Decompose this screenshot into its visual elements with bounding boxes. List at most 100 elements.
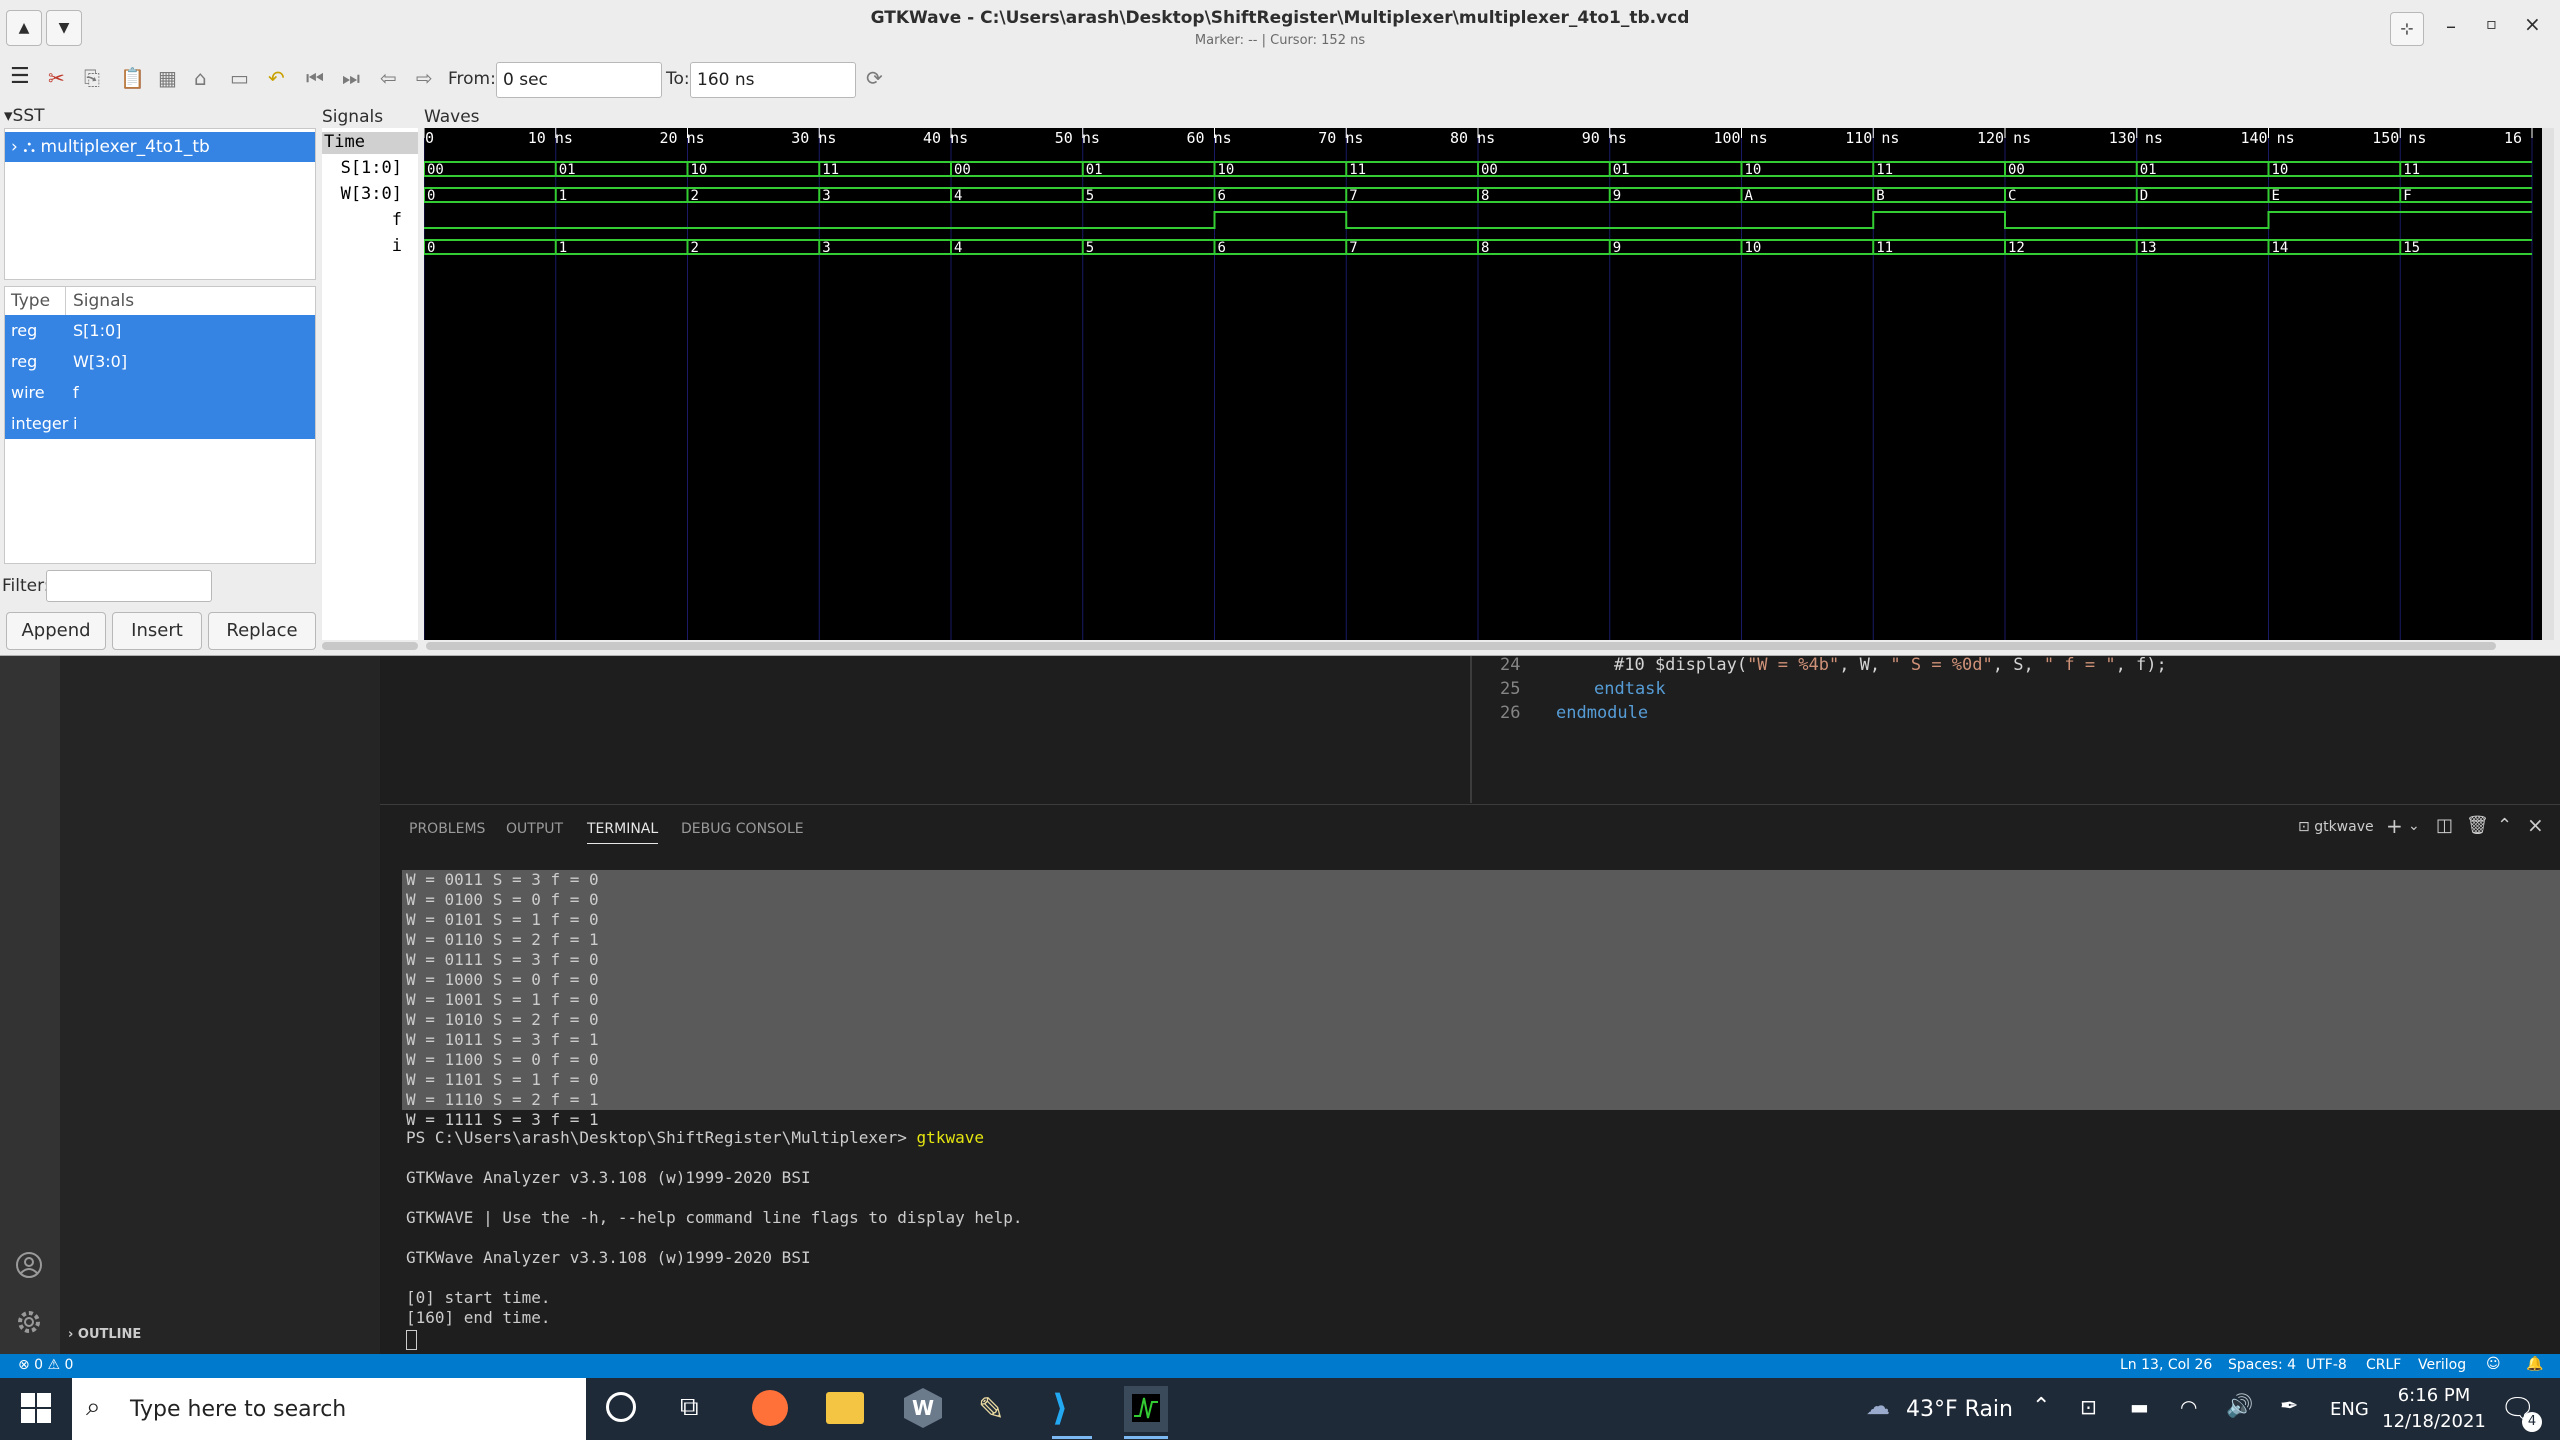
menu-icon[interactable]: ☰ xyxy=(10,64,30,89)
zoom-fit-icon[interactable]: ⌂ xyxy=(194,66,207,90)
network-icon[interactable]: ◠ xyxy=(2180,1395,2197,1419)
chevron-down-icon[interactable]: ⌄ xyxy=(2408,818,2420,834)
signal-row[interactable]: reg S[1:0] xyxy=(5,315,315,346)
file-explorer-icon[interactable] xyxy=(826,1392,864,1424)
signals-scrollbar[interactable] xyxy=(322,642,418,650)
i-bus-segment xyxy=(1345,239,1478,255)
s-value-label: 01 xyxy=(1086,162,1103,178)
tray-chevron-up-icon[interactable]: ⌃ xyxy=(2032,1394,2050,1419)
from-time-input[interactable]: 0 sec xyxy=(496,62,662,98)
paint-icon[interactable]: ✎ xyxy=(978,1390,1005,1428)
cursor-position[interactable]: Ln 13, Col 26 xyxy=(2120,1357,2212,1373)
go-start-icon[interactable]: ⏮ xyxy=(306,66,324,90)
windows-start-icon[interactable] xyxy=(20,1392,52,1428)
tab-output[interactable]: OUTPUT xyxy=(506,821,563,837)
fullscreen-icon[interactable]: ⊹ xyxy=(2390,12,2424,46)
indent-setting[interactable]: Spaces: 4 xyxy=(2228,1357,2296,1373)
replace-button[interactable]: Replace xyxy=(208,612,316,650)
language-indicator[interactable]: ENG xyxy=(2330,1399,2369,1420)
signal-row[interactable]: reg W[3:0] xyxy=(5,346,315,377)
i-value-label: 3 xyxy=(822,240,830,256)
signal-label[interactable]: f xyxy=(392,210,402,230)
signals-pane-title: Signals xyxy=(322,107,384,127)
weather-text[interactable]: 43°F Rain xyxy=(1906,1397,2013,1422)
select-all-icon[interactable]: ▦ xyxy=(158,66,177,90)
forward-icon[interactable]: ⇨ xyxy=(416,66,433,90)
vscode-taskbar-icon[interactable]: ⟩ xyxy=(1052,1388,1068,1429)
waves-horizontal-scrollbar[interactable] xyxy=(426,642,2496,650)
tree-item-multiplexer-tb[interactable]: › ⛬ multiplexer_4to1_tb xyxy=(5,132,315,162)
type-column-header[interactable]: Type xyxy=(11,291,50,311)
feedback-icon[interactable]: ☺ xyxy=(2486,1356,2501,1372)
gtkwave-taskbar-button[interactable] xyxy=(1124,1386,1168,1432)
signal-type-list[interactable]: Type Signals reg S[1:0] reg W[3:0] wire f inte… xyxy=(4,286,316,564)
settings-gear-icon[interactable] xyxy=(14,1307,44,1337)
back-icon[interactable]: ⇦ xyxy=(380,66,397,90)
tab-terminal[interactable]: TERMINAL xyxy=(587,821,659,844)
cut-icon[interactable]: ✂ xyxy=(48,66,65,90)
insert-button[interactable]: Insert xyxy=(112,612,202,650)
pen-icon[interactable]: ✒ xyxy=(2280,1394,2298,1419)
signals-column-header[interactable]: Signals xyxy=(73,291,134,311)
filter-input[interactable] xyxy=(46,570,212,602)
i-value-label: 14 xyxy=(2272,240,2289,256)
append-button[interactable]: Append xyxy=(6,612,106,650)
maximize-panel-icon[interactable]: ⌃ xyxy=(2497,815,2512,836)
new-terminal-button[interactable]: + xyxy=(2386,814,2403,838)
zoom-in-icon[interactable]: ▭ xyxy=(230,66,249,90)
sst-tree[interactable]: › ⛬ multiplexer_4to1_tb xyxy=(4,128,316,280)
bell-icon[interactable]: 🔔 xyxy=(2526,1356,2543,1372)
eol-setting[interactable]: CRLF xyxy=(2366,1357,2401,1373)
clock-date[interactable]: 12/18/2021 xyxy=(2374,1411,2494,1432)
w-bus-segment xyxy=(1345,187,1478,203)
weather-icon[interactable]: ☁ xyxy=(1866,1392,1890,1420)
w-value-label: C xyxy=(2008,188,2016,204)
s-value-label: 10 xyxy=(1218,162,1235,178)
time-signal-label[interactable]: Time xyxy=(324,132,365,152)
outline-section[interactable]: › OUTLINE xyxy=(68,1327,141,1342)
waveform-canvas[interactable]: 0 10 ns 20 ns 30 ns 40 ns 50 ns 60 ns 70 ns 80 n… xyxy=(423,128,2542,640)
tab-problems[interactable]: PROBLEMS xyxy=(409,821,485,837)
copy-icon[interactable]: ⎘ xyxy=(84,66,100,90)
go-end-icon[interactable]: ⏭ xyxy=(342,66,360,90)
battery-icon[interactable]: ▬ xyxy=(2130,1395,2149,1419)
signal-names-pane[interactable]: Time S[1:0] W[3:0] f i xyxy=(322,128,418,640)
to-time-input[interactable]: 160 ns xyxy=(690,62,856,98)
waves-vertical-scrollbar[interactable] xyxy=(2542,128,2554,640)
close-panel-icon[interactable]: × xyxy=(2527,813,2544,837)
wolfram-icon[interactable]: W xyxy=(904,1388,942,1428)
s-value-label: 10 xyxy=(2272,162,2289,178)
trash-icon[interactable]: 🗑 xyxy=(2466,815,2489,836)
waveform-svg: 0 10 ns 20 ns 30 ns 40 ns 50 ns 60 ns 70 ns 80 n… xyxy=(423,128,2533,640)
task-view-icon[interactable]: ⧉ xyxy=(680,1392,699,1423)
volume-icon[interactable]: 🔊 xyxy=(2226,1394,2253,1419)
undo-icon[interactable]: ↶ xyxy=(268,66,285,90)
firefox-icon[interactable] xyxy=(752,1390,788,1426)
terminal-view[interactable]: W = 0011 S = 3 f = 0W = 0100 S = 0 f = 0… xyxy=(380,870,2560,1352)
meet-now-icon[interactable]: ⊡ xyxy=(2080,1395,2097,1419)
cortana-icon[interactable] xyxy=(606,1392,636,1422)
editor-right-group[interactable]: 24 25 26 #10 $display("W = %4b", W, " S … xyxy=(1472,655,2560,803)
maximize-button[interactable]: ▫ xyxy=(2486,14,2497,33)
signal-row[interactable]: wire f xyxy=(5,377,315,408)
close-button[interactable]: × xyxy=(2524,12,2541,36)
reload-icon[interactable]: ⟳ xyxy=(866,66,883,90)
signal-row[interactable]: integer i xyxy=(5,408,315,439)
w-bus-segment xyxy=(950,187,1083,203)
paste-icon[interactable]: 📋 xyxy=(120,66,145,90)
signal-label[interactable]: S[1:0] xyxy=(341,158,402,178)
terminal-line: W = 1000 S = 0 f = 0 xyxy=(406,970,599,989)
signal-label[interactable]: W[3:0] xyxy=(341,184,402,204)
minimize-button[interactable]: – xyxy=(2446,14,2456,38)
language-mode[interactable]: Verilog xyxy=(2418,1357,2466,1373)
sst-header[interactable]: ▾SST xyxy=(4,106,45,126)
clock-time[interactable]: 6:16 PM xyxy=(2384,1385,2484,1406)
split-terminal-icon[interactable]: ◫ xyxy=(2436,815,2453,836)
taskbar-search-box[interactable]: ⌕ Type here to search xyxy=(72,1378,586,1440)
problems-indicator[interactable]: ⊗ 0 ⚠ 0 xyxy=(18,1357,73,1373)
encoding-setting[interactable]: UTF-8 xyxy=(2306,1357,2347,1373)
account-icon[interactable] xyxy=(14,1250,44,1280)
tab-debug-console[interactable]: DEBUG CONSOLE xyxy=(681,821,804,837)
terminal-instance-selector[interactable]: ⊡ gtkwave xyxy=(2298,819,2374,835)
signal-label[interactable]: i xyxy=(392,236,402,256)
